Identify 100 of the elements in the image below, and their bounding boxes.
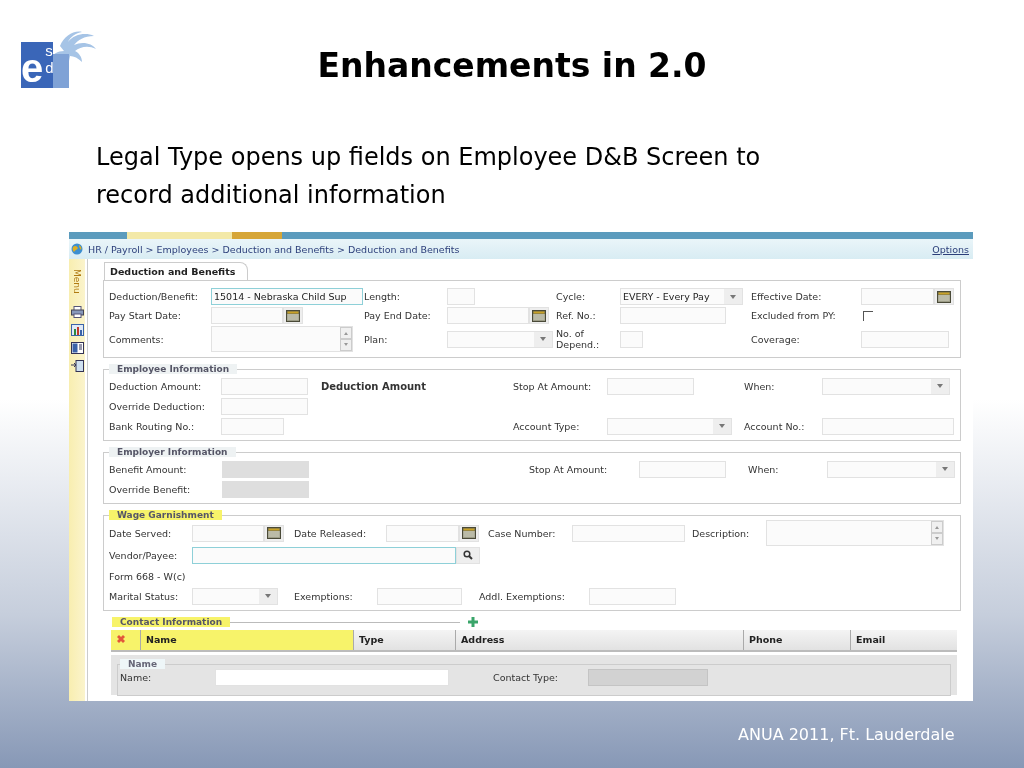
date-field[interactable]: [211, 307, 283, 324]
logo-letter: s: [45, 42, 54, 59]
column-header[interactable]: Name: [140, 630, 353, 650]
field-label: Pay Start Date:: [109, 310, 182, 321]
dropdown-field[interactable]: [447, 330, 553, 348]
dropdown-field[interactable]: [822, 377, 950, 395]
field-label: Description:: [692, 527, 751, 539]
dropdown-field[interactable]: [607, 417, 732, 435]
globe-icon: [71, 243, 83, 255]
calendar-button[interactable]: [283, 307, 303, 324]
dropdown-field[interactable]: EVERY - Every Pay: [620, 288, 743, 305]
dropdown-field[interactable]: [827, 460, 955, 478]
input-field[interactable]: [222, 460, 309, 478]
slide-title: Enhancements in 2.0: [316, 46, 708, 85]
field-label: Override Deduction:: [109, 400, 206, 412]
field-label: Ref. No.:: [556, 310, 597, 321]
calendar-icon: [937, 290, 951, 303]
column-header[interactable]: Email: [850, 630, 957, 650]
logo-letter: e: [21, 48, 44, 90]
slide-footer: ANUA 2011, Ft. Lauderdale: [738, 725, 955, 744]
field-label: Effective Date:: [751, 291, 823, 302]
field-label: Exemptions:: [294, 590, 354, 602]
input-field[interactable]: [192, 546, 456, 564]
text-area[interactable]: [766, 520, 944, 546]
field-label: Cycle:: [556, 291, 587, 302]
chart-icon[interactable]: [70, 323, 84, 336]
input-field[interactable]: [620, 307, 726, 324]
input-field[interactable]: [447, 288, 475, 305]
input-field[interactable]: [589, 587, 676, 605]
calendar-button[interactable]: [529, 307, 549, 324]
options-link[interactable]: Options: [932, 243, 969, 255]
date-field[interactable]: [386, 524, 459, 542]
calendar-button[interactable]: [459, 524, 479, 542]
field-heading: Deduction Amount: [321, 380, 427, 392]
dropdown-field[interactable]: [192, 587, 278, 605]
calendar-icon: [462, 527, 476, 539]
column-header[interactable]: Type: [353, 630, 455, 650]
field-label: Deduction/Benefit:: [109, 291, 199, 302]
input-field[interactable]: [822, 417, 954, 435]
field-label: Stop At Amount:: [513, 380, 593, 392]
field-label: Deduction Amount:: [109, 380, 203, 392]
field-label: Benefit Amount:: [109, 463, 188, 475]
field-label: Account Type:: [513, 420, 581, 432]
field-label: Length:: [364, 291, 401, 302]
add-icon[interactable]: [468, 617, 479, 627]
section-legend: Contact Information: [112, 617, 231, 627]
field-label: Case Number:: [488, 527, 557, 539]
caret-icon: [265, 594, 271, 598]
section-legend: Wage Garnishment: [109, 510, 222, 520]
delete-button[interactable]: [111, 630, 140, 650]
breadcrumb: HR / Payroll > Employees > Deduction and Benefits > Deduction and Benefits: [88, 243, 461, 255]
form-tab[interactable]: Deduction and Benefits: [104, 262, 249, 280]
calendar-icon: [267, 527, 281, 539]
input-field[interactable]: [221, 417, 284, 435]
caret-icon: [937, 384, 943, 388]
field-label: Marital Status:: [109, 590, 180, 602]
scroll-arrows-icon: [340, 327, 352, 351]
caret-icon: [540, 337, 546, 341]
field-label: Bank Routing No.:: [109, 420, 196, 432]
calendar-icon: [286, 309, 300, 322]
input-field[interactable]: [607, 377, 694, 395]
document-icon[interactable]: [70, 341, 84, 354]
field-label: Pay End Date:: [364, 310, 432, 321]
slide-text: Legal Type opens up fields on Employee D&B Screen to record additional information: [96, 142, 762, 211]
printer-icon[interactable]: [70, 305, 84, 318]
field-label: Date Released:: [294, 527, 368, 539]
section-legend: Employee Information: [109, 364, 238, 374]
column-header[interactable]: Address: [455, 630, 743, 650]
calendar-button[interactable]: [264, 524, 284, 542]
input-field[interactable]: [639, 460, 726, 478]
field-label: Form 668 - W(c): [109, 570, 187, 582]
nav-tab[interactable]: [232, 232, 282, 239]
search-icon: [463, 550, 473, 560]
field-label: Excluded from PY:: [751, 310, 837, 321]
input-field[interactable]: [588, 669, 708, 686]
calendar-button[interactable]: [934, 288, 954, 305]
input-field[interactable]: [221, 397, 308, 415]
nav-tab[interactable]: [127, 232, 232, 239]
date-field[interactable]: [447, 307, 529, 324]
column-header[interactable]: Phone: [743, 630, 850, 650]
date-field[interactable]: [192, 524, 264, 542]
input-field[interactable]: [222, 480, 309, 498]
input-field[interactable]: 15014 - Nebraska Child Sup: [211, 288, 363, 305]
date-field[interactable]: [861, 288, 934, 305]
field-label: Name:: [120, 672, 153, 683]
input-field[interactable]: [861, 330, 949, 348]
search-button[interactable]: [456, 546, 480, 564]
section-legend: Employer Information: [109, 447, 236, 457]
export-icon[interactable]: [70, 359, 84, 372]
input-field[interactable]: [221, 377, 308, 395]
input-field[interactable]: [215, 669, 449, 686]
input-field[interactable]: [620, 330, 643, 348]
input-field[interactable]: [377, 587, 462, 605]
field-label: Date Served:: [109, 527, 173, 539]
field-label: Addl. Exemptions:: [479, 590, 566, 602]
input-field[interactable]: [572, 524, 685, 542]
scroll-arrows-icon: [931, 521, 943, 545]
caret-icon: [942, 467, 948, 471]
field-label: Coverage:: [751, 333, 801, 345]
caret-icon: [730, 294, 736, 299]
